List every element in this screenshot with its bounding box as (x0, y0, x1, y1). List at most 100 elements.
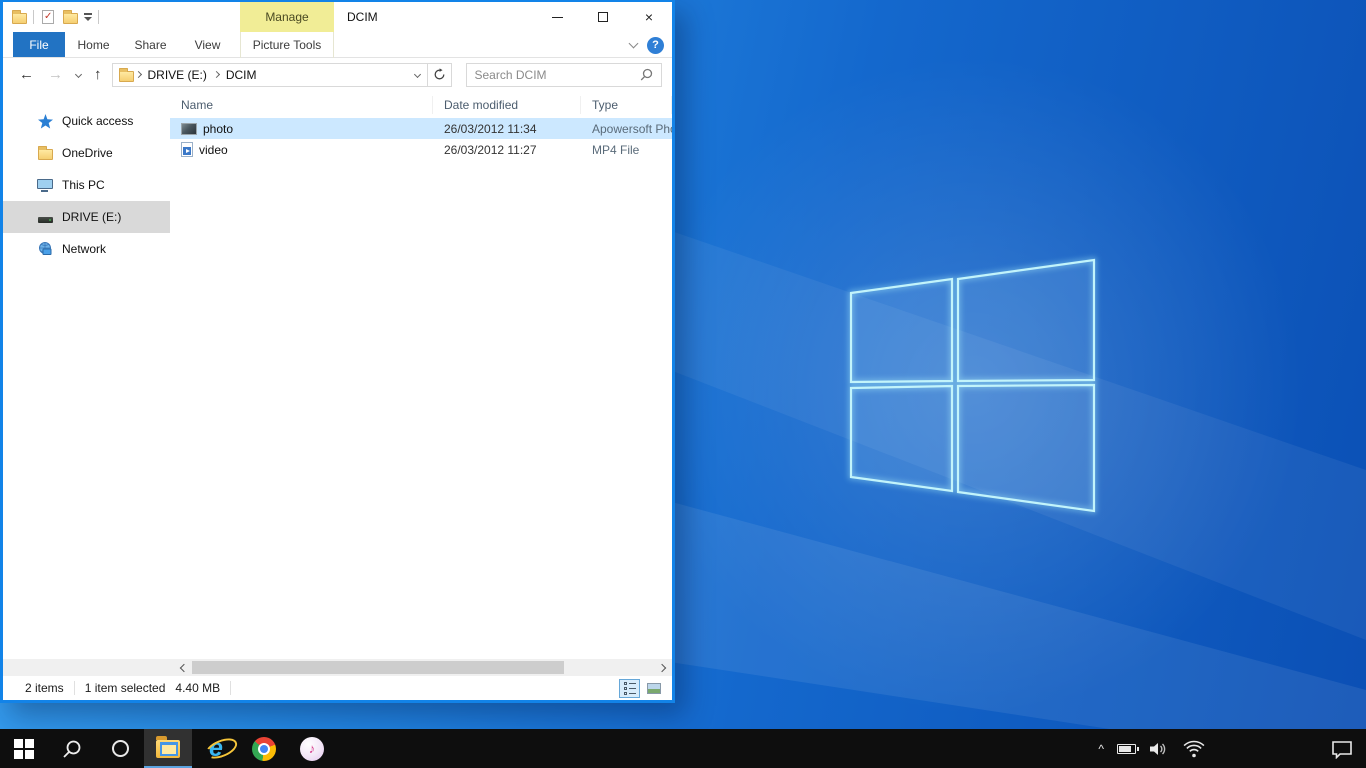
system-tray: ^ (1098, 729, 1318, 768)
taskbar-chrome-button[interactable] (240, 729, 288, 768)
minimize-button[interactable] (534, 2, 580, 32)
tab-home[interactable]: Home (65, 32, 122, 57)
breadcrumb-item-drive[interactable]: DRIVE (E:) (142, 68, 213, 82)
navigation-pane: Quick access OneDrive This PC DRIVE (E:) (3, 91, 170, 659)
folder-icon (119, 67, 135, 83)
itunes-icon: ♪ (300, 737, 324, 761)
tab-share[interactable]: Share (122, 32, 179, 57)
separator (33, 10, 34, 24)
tab-view[interactable]: View (179, 32, 236, 57)
scroll-right-icon[interactable] (653, 659, 670, 676)
window-controls: × (534, 2, 672, 32)
quick-access-toolbar (3, 9, 99, 25)
search-icon (640, 68, 653, 81)
mp4-file-icon (181, 142, 193, 157)
column-headers: Name Date modified Type (170, 91, 672, 118)
breadcrumb-separator-icon (134, 71, 141, 78)
search-input[interactable] (475, 68, 635, 82)
selected-summary: 1 item selected (85, 681, 166, 695)
taskbar-search-button[interactable] (48, 729, 96, 768)
file-row-photo[interactable]: photo 26/03/2012 11:34 Apowersoft Pho (170, 118, 672, 139)
forward-button[interactable]: → (44, 67, 67, 82)
photo-thumbnail-icon (181, 123, 197, 135)
close-button[interactable]: × (626, 2, 672, 32)
thumbnails-view-button[interactable] (643, 679, 664, 698)
contextual-tab-group-manage[interactable]: Manage (240, 2, 334, 32)
properties-icon[interactable] (40, 9, 56, 25)
address-bar: ← → ↑ DRIVE (E:) DCIM (3, 58, 672, 91)
details-view-icon (624, 682, 636, 695)
volume-icon[interactable] (1149, 741, 1169, 757)
maximize-button[interactable] (580, 2, 626, 32)
taskbar-itunes-button[interactable]: ♪ (288, 729, 336, 768)
file-explorer-window: Manage DCIM × File Home Share View Pictu… (0, 0, 675, 703)
back-button[interactable]: ← (15, 67, 38, 82)
file-list: Name Date modified Type photo 26 (170, 91, 672, 659)
action-center-button[interactable] (1318, 729, 1366, 768)
scroll-left-icon[interactable] (175, 659, 192, 676)
sort-ascending-icon (293, 91, 301, 94)
column-header-name[interactable]: Name (170, 96, 433, 114)
breadcrumb-item-dcim[interactable]: DCIM (220, 68, 263, 82)
separator (98, 10, 99, 24)
help-icon[interactable]: ? (647, 37, 664, 54)
window-title: DCIM (347, 2, 378, 32)
tab-file[interactable]: File (13, 32, 65, 57)
breadcrumb-separator-icon (213, 71, 220, 78)
separator (74, 681, 75, 695)
start-button[interactable] (0, 729, 48, 768)
minimize-icon (552, 17, 563, 18)
file-explorer-icon (156, 740, 180, 758)
column-header-type[interactable]: Type (581, 96, 672, 114)
up-button[interactable]: ↑ (90, 67, 106, 82)
scrollbar-thumb[interactable] (192, 661, 564, 674)
taskbar-file-explorer-button[interactable] (144, 729, 192, 768)
monitor-icon (37, 177, 53, 193)
desktop: Manage DCIM × File Home Share View Pictu… (0, 0, 1366, 768)
tab-picture-tools[interactable]: Picture Tools (240, 32, 334, 58)
cortana-icon (112, 740, 129, 757)
new-folder-icon[interactable] (62, 9, 78, 25)
items-count: 2 items (25, 681, 64, 695)
taskbar-internet-explorer-button[interactable]: e (192, 729, 240, 768)
sidebar-item-network[interactable]: Network (3, 233, 170, 265)
column-header-date-modified[interactable]: Date modified (433, 96, 581, 114)
refresh-button[interactable] (428, 63, 452, 87)
windows-logo-icon (14, 739, 34, 759)
action-center-icon (1331, 739, 1353, 759)
search-icon (62, 739, 82, 759)
close-icon: × (645, 10, 653, 24)
network-globe-icon (37, 241, 53, 257)
maximize-icon (598, 12, 608, 22)
sidebar-item-onedrive[interactable]: OneDrive (3, 137, 170, 169)
internet-explorer-icon: e (209, 736, 223, 761)
explorer-window-icon (11, 9, 27, 25)
sidebar-item-quick-access[interactable]: Quick access (3, 105, 170, 137)
collapse-ribbon-icon[interactable] (629, 39, 639, 49)
titlebar: Manage DCIM × (3, 2, 672, 32)
cortana-button[interactable] (96, 729, 144, 768)
main-content: Quick access OneDrive This PC DRIVE (E:) (3, 91, 672, 659)
horizontal-scrollbar[interactable] (3, 659, 672, 676)
sidebar-item-drive-e[interactable]: DRIVE (E:) (3, 201, 170, 233)
thumbnails-view-icon (647, 683, 661, 694)
status-bar: 2 items 1 item selected 4.40 MB (3, 676, 672, 700)
sidebar-item-this-pc[interactable]: This PC (3, 169, 170, 201)
quick-access-star-icon (37, 113, 53, 129)
selected-size: 4.40 MB (175, 681, 220, 695)
refresh-icon (433, 68, 446, 81)
breadcrumb[interactable]: DRIVE (E:) DCIM (112, 63, 428, 87)
search-box[interactable] (466, 63, 663, 87)
taskbar: e ♪ ^ (0, 729, 1366, 768)
onedrive-folder-icon (37, 145, 53, 161)
ribbon-tabs: File Home Share View Picture Tools ? (3, 32, 672, 58)
wifi-icon[interactable] (1182, 739, 1206, 759)
chrome-icon (252, 737, 276, 761)
customize-qat-dropdown-icon[interactable] (84, 13, 92, 21)
details-view-button[interactable] (619, 679, 640, 698)
address-dropdown-icon[interactable] (413, 71, 420, 78)
recent-locations-dropdown-icon[interactable] (75, 71, 82, 78)
file-row-video[interactable]: video 26/03/2012 11:27 MP4 File (170, 139, 672, 160)
hidden-icons-chevron-icon[interactable]: ^ (1098, 742, 1104, 756)
battery-icon[interactable] (1117, 744, 1136, 754)
